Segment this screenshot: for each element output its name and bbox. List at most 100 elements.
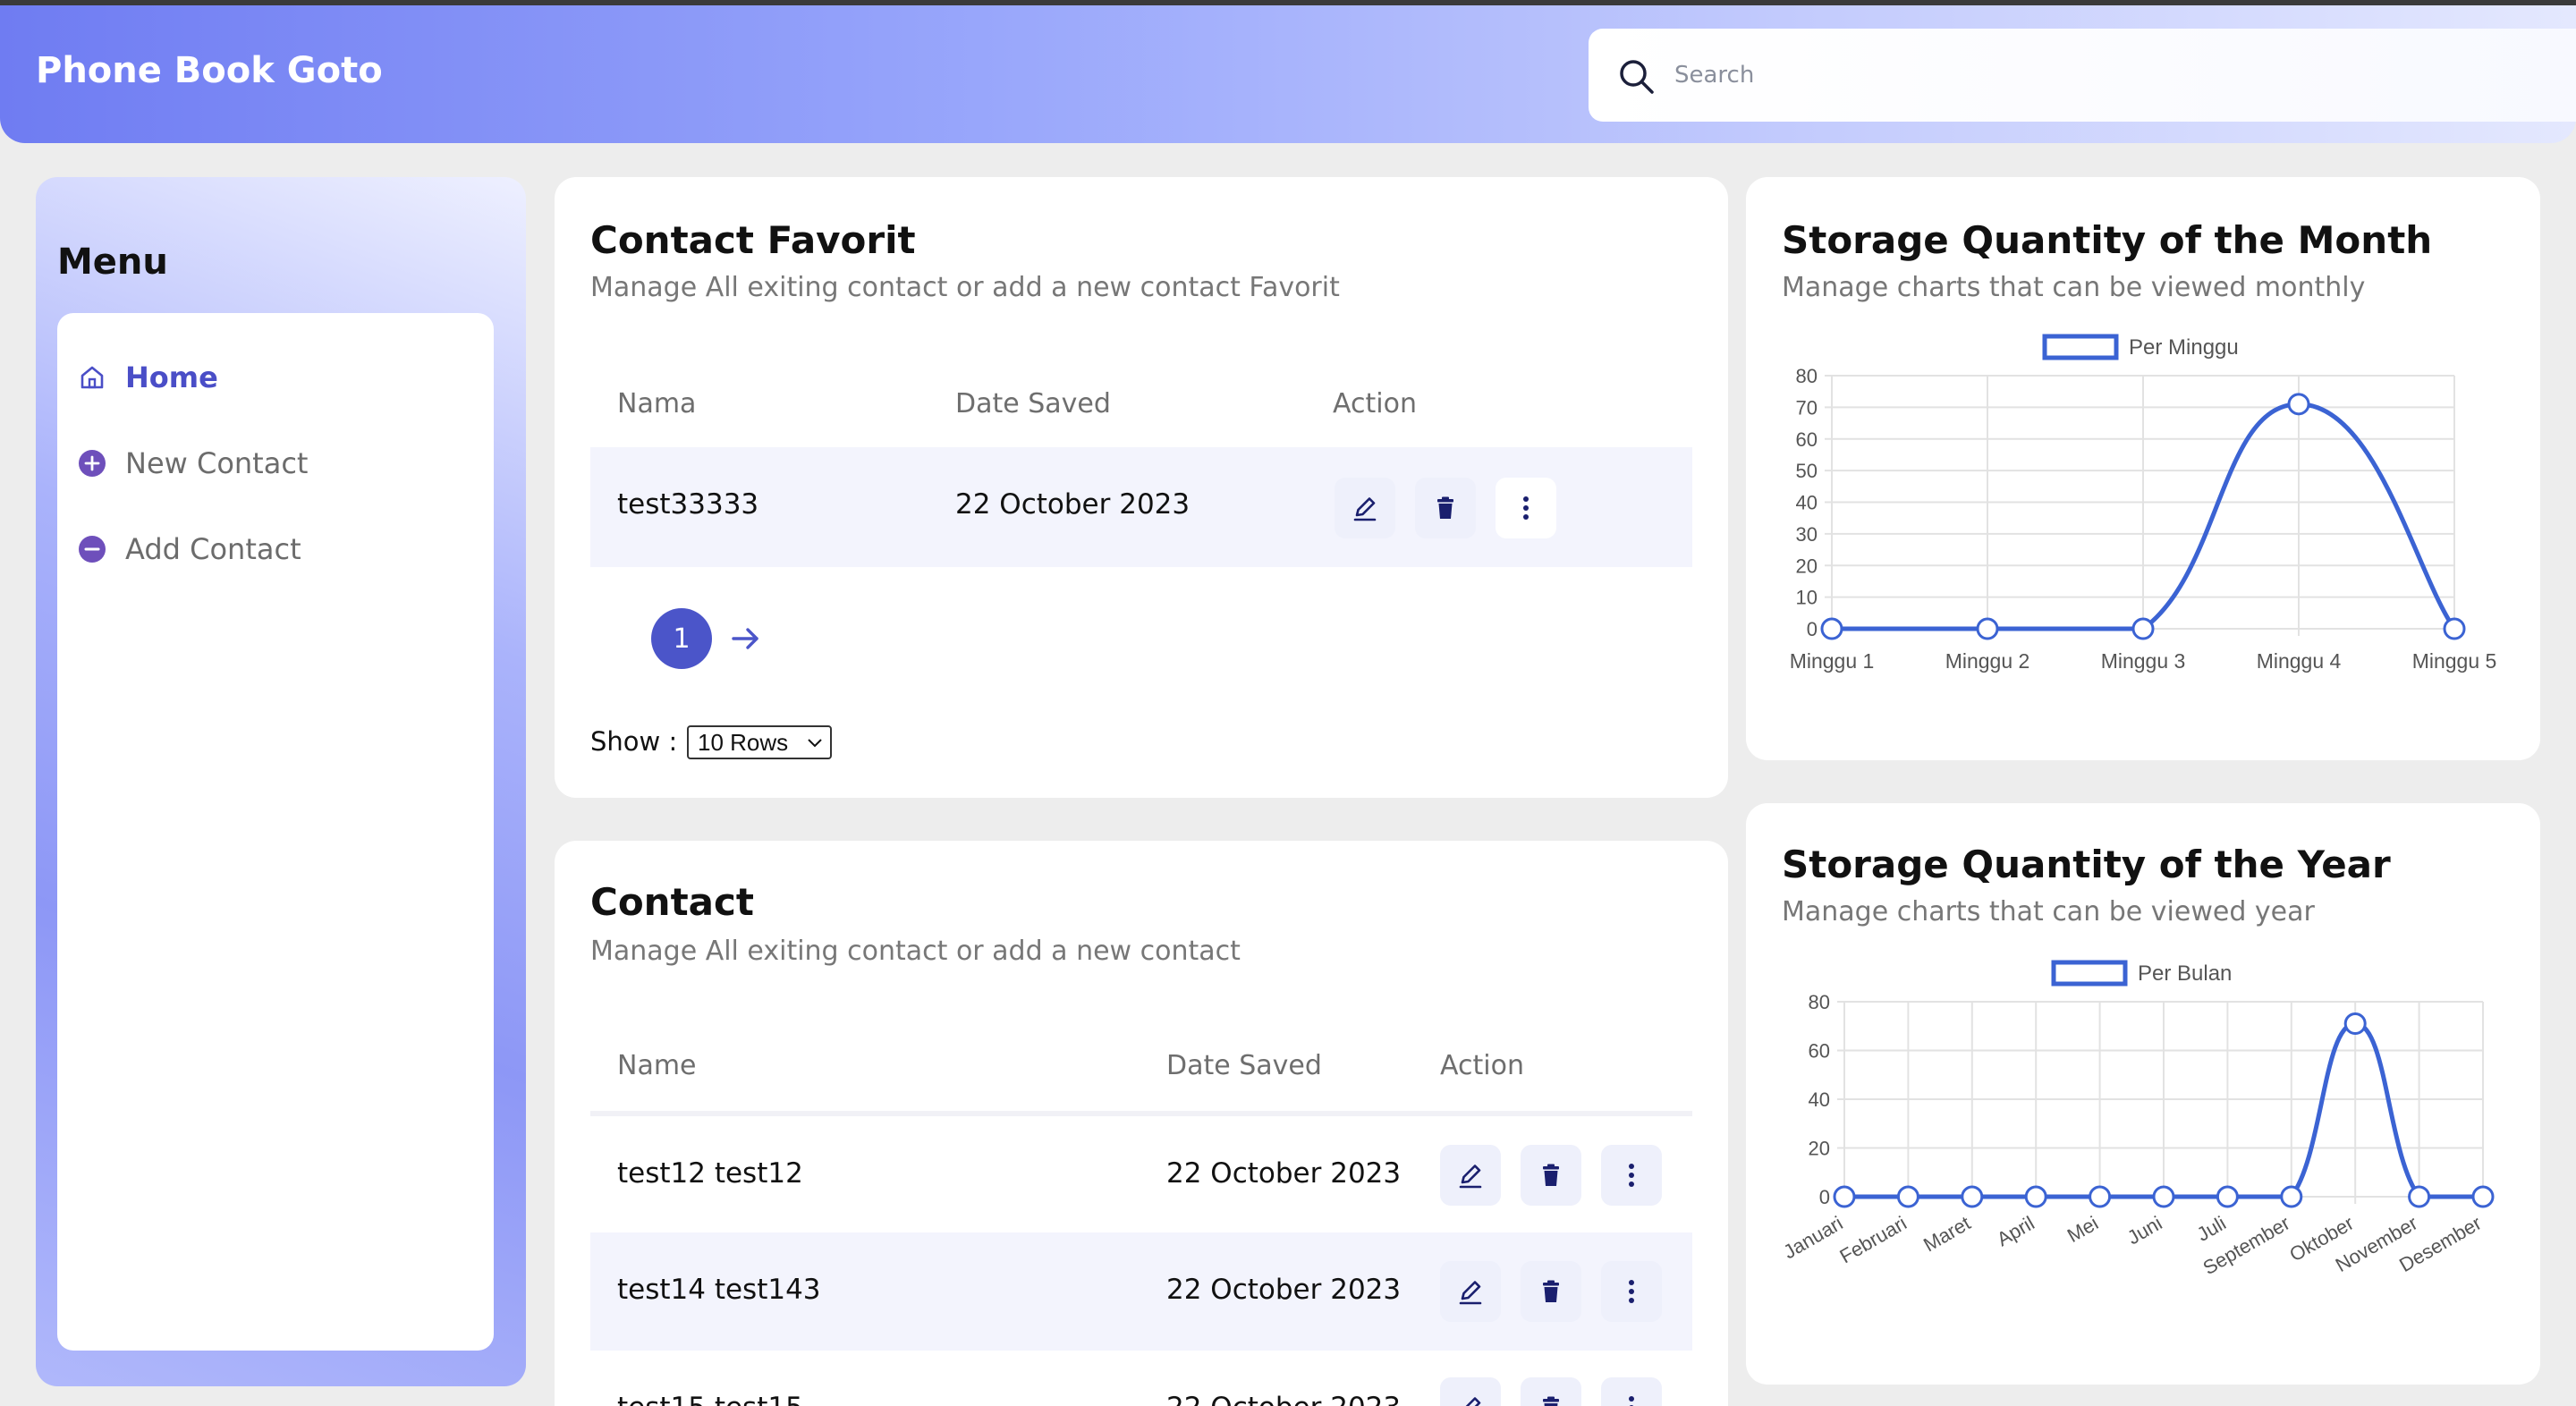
more-vertical-icon [1523, 496, 1529, 520]
more-options-button[interactable] [1601, 1261, 1662, 1322]
data-point [2280, 1185, 2303, 1208]
contacts-subtitle: Manage All exiting contact or add a new … [590, 936, 1241, 967]
edit-button[interactable] [1440, 1261, 1501, 1322]
data-point [1961, 1185, 1984, 1208]
data-point [1896, 1185, 1919, 1208]
delete-button[interactable] [1415, 478, 1476, 538]
legend-swatch [2051, 960, 2128, 987]
row-name: test33333 [617, 488, 759, 521]
edit-button[interactable] [1440, 1145, 1501, 1206]
sidebar-item-label: Home [125, 360, 218, 394]
column-header-date: Date Saved [1166, 1050, 1322, 1081]
data-point [2089, 1185, 2112, 1208]
delete-button[interactable] [1521, 1377, 1581, 1406]
favorites-title: Contact Favorit [590, 218, 916, 262]
y-tick-label: 60 [1796, 428, 1818, 451]
column-header-action: Action [1440, 1050, 1524, 1081]
y-tick-label: 30 [1796, 523, 1818, 546]
delete-button[interactable] [1521, 1145, 1581, 1206]
search-icon[interactable] [1615, 55, 1658, 98]
more-options-button[interactable] [1496, 478, 1556, 538]
data-point [2408, 1185, 2431, 1208]
sidebar-item-label: Add Contact [125, 532, 301, 566]
trash-icon [1543, 1396, 1559, 1406]
app-title: Phone Book Goto [36, 50, 383, 91]
y-tick-label: 80 [1809, 991, 1830, 1013]
y-tick-label: 60 [1809, 1040, 1830, 1063]
row-name: test14 test143 [617, 1274, 821, 1306]
yearly-line-chart: 0 20 40 60 80 JanuariFebruari Maret April Mei Jun… [1780, 960, 2495, 1279]
more-options-button[interactable] [1601, 1377, 1662, 1406]
row-date: 22 October 2023 [1166, 1392, 1401, 1406]
x-tick-label: Juli [2193, 1212, 2230, 1246]
sidebar-item-home[interactable]: Home [77, 352, 218, 402]
row-date: 22 October 2023 [1166, 1274, 1402, 1306]
x-tick-label: Minggu 4 [2257, 649, 2342, 673]
data-point [2343, 1012, 2367, 1036]
legend-swatch [2042, 334, 2119, 360]
x-tick-label: Minggu 5 [2412, 649, 2497, 673]
search-input[interactable] [1674, 47, 2479, 104]
column-header-action: Action [1333, 388, 1417, 419]
rows-per-page-select[interactable]: 10 Rows [687, 725, 832, 759]
y-tick-label: 0 [1807, 618, 1818, 640]
y-tick-label: 20 [1809, 1138, 1830, 1160]
rows-per-page-value: 10 Rows [698, 728, 789, 756]
y-tick-label: 70 [1796, 396, 1818, 419]
data-point [1976, 617, 1999, 640]
contacts-title: Contact [590, 880, 754, 924]
edit-button[interactable] [1335, 478, 1395, 538]
minus-circle-icon [79, 536, 106, 563]
monthly-chart-card: Storage Quantity of the Month Manage cha… [1746, 177, 2540, 760]
data-point [1833, 1185, 1856, 1208]
x-tick-label: April [1993, 1212, 2038, 1251]
show-rows-label: Show : [590, 726, 678, 757]
pencil-icon [1459, 1165, 1482, 1189]
y-tick-label: 40 [1796, 492, 1818, 514]
search-bar[interactable] [1589, 29, 2576, 122]
menu-title: Menu [57, 241, 168, 283]
delete-button[interactable] [1521, 1261, 1581, 1322]
yearly-chart-card: Storage Quantity of the Year Manage char… [1746, 803, 2540, 1385]
data-point [2024, 1185, 2047, 1208]
x-tick-label: Minggu 3 [2101, 649, 2186, 673]
legend-label: Per Bulan [2138, 961, 2232, 986]
column-header-name: Name [617, 1050, 697, 1081]
app-header: Phone Book Goto [0, 5, 2576, 143]
home-icon [80, 366, 104, 389]
data-point [2471, 1185, 2495, 1208]
page-button-current[interactable]: 1 [651, 608, 712, 669]
more-vertical-icon [1629, 1164, 1634, 1187]
sidebar-item-add-contact[interactable]: Add Contact [77, 524, 301, 574]
y-tick-label: 10 [1796, 587, 1818, 609]
x-tick-label: Juni [2123, 1212, 2165, 1249]
table-row: test15 test15 22 October 2023 [590, 1351, 1692, 1406]
row-name: test12 test12 [617, 1157, 803, 1190]
table-row: test12 test12 22 October 2023 [590, 1118, 1692, 1232]
row-name: test15 test15 [617, 1392, 803, 1406]
y-tick-label: 80 [1796, 365, 1818, 387]
more-options-button[interactable] [1601, 1145, 1662, 1206]
table-row: test33333 22 October 2023 [590, 447, 1692, 567]
x-tick-label: Maret [1919, 1212, 1974, 1257]
pencil-icon [1459, 1281, 1482, 1305]
row-date: 22 October 2023 [1166, 1157, 1402, 1190]
data-point [2152, 1185, 2175, 1208]
pencil-icon [1353, 497, 1377, 521]
x-tick-label: Mei [2063, 1212, 2102, 1247]
contacts-card: Contact Manage All exiting contact or ad… [555, 841, 1728, 1406]
sidebar-item-new-contact[interactable]: New Contact [77, 438, 308, 488]
table-header-divider [590, 1111, 1692, 1116]
column-header-date: Date Saved [955, 388, 1111, 419]
trash-icon [1543, 1280, 1559, 1302]
more-vertical-icon [1629, 1396, 1634, 1406]
sidebar-item-label: New Contact [125, 446, 309, 480]
edit-button[interactable] [1440, 1377, 1501, 1406]
plus-circle-icon [79, 450, 106, 477]
data-point [2216, 1185, 2239, 1208]
favorites-card: Contact Favorit Manage All exiting conta… [555, 177, 1728, 798]
row-date: 22 October 2023 [955, 488, 1191, 521]
y-tick-label: 0 [1819, 1186, 1830, 1208]
next-page-arrow-icon[interactable] [728, 621, 764, 656]
trash-icon [1543, 1164, 1559, 1186]
